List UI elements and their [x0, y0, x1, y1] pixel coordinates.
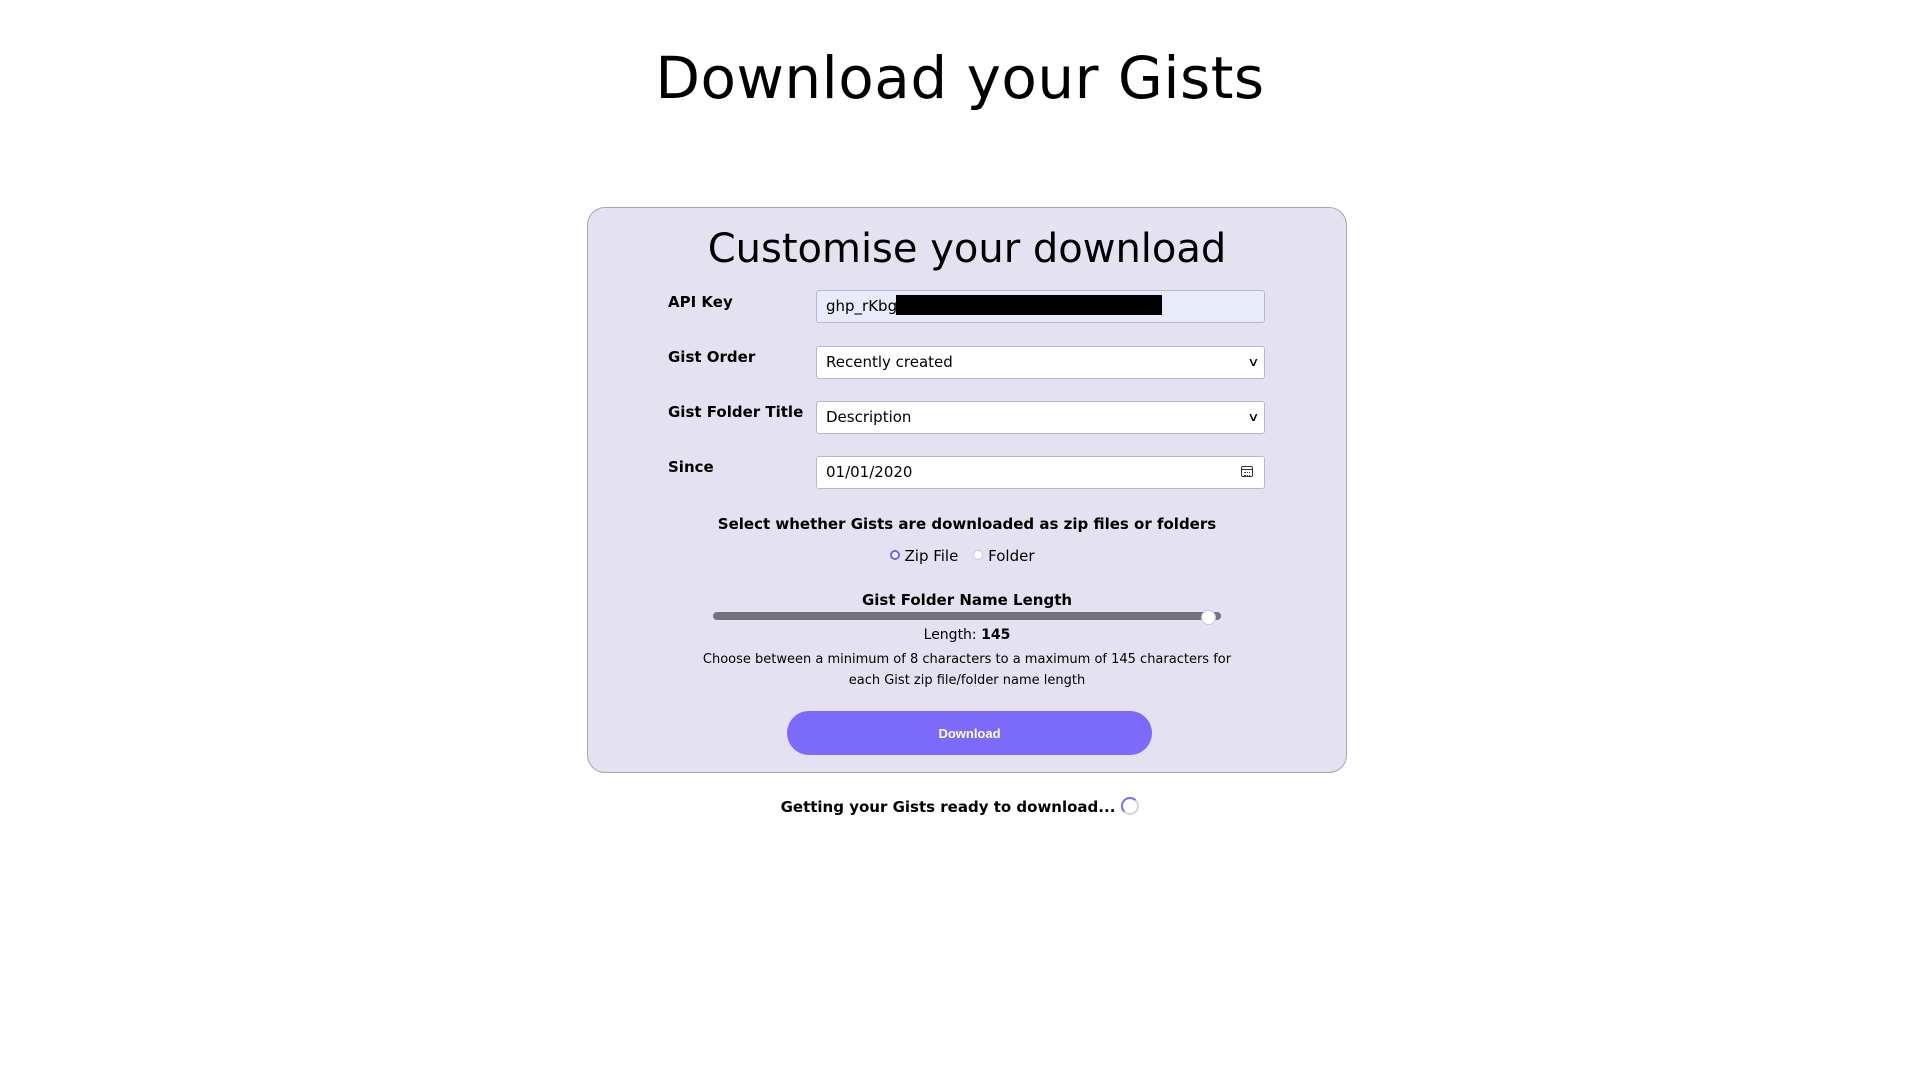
gist-order-selected: Recently created [826, 353, 953, 371]
download-options-card: Customise your download API Key ghp_rKbg… [587, 207, 1347, 773]
chevron-down-icon: ∨ [1247, 410, 1260, 424]
name-length-label: Gist Folder Name Length [861, 591, 1073, 609]
page-title: Download your Gists [655, 44, 1265, 112]
length-prefix: Length: [923, 627, 977, 643]
calendar-icon[interactable] [1241, 466, 1253, 477]
card-title: Customise your download [707, 226, 1227, 272]
folder-title-select[interactable]: Description ∨ [816, 401, 1265, 434]
zip-file-label[interactable]: Zip File [905, 547, 959, 565]
since-date-value: 01/01/2020 [826, 463, 913, 481]
folder-label[interactable]: Folder [988, 547, 1034, 565]
length-readout: Length: 145 [588, 627, 1346, 643]
status-text: Getting your Gists ready to download... [780, 798, 1116, 816]
length-help-line: Choose between a minimum of 8 characters… [702, 652, 1232, 667]
length-value: 145 [981, 627, 1011, 643]
chevron-down-icon: ∨ [1247, 355, 1260, 369]
folder-radio[interactable] [973, 550, 984, 560]
loading-spinner-icon [1121, 796, 1140, 815]
since-date-input[interactable]: 01/01/2020 [816, 456, 1265, 489]
api-key-redaction [896, 295, 1163, 315]
format-prompt: Select whether Gists are downloaded as z… [717, 515, 1217, 533]
format-radio-group: Zip File Folder [588, 547, 1346, 565]
folder-title-label: Gist Folder Title [668, 403, 804, 421]
name-length-slider[interactable] [713, 612, 1221, 620]
gist-order-label: Gist Order [668, 348, 756, 366]
length-help-text: Choose between a minimum of 8 characters… [588, 649, 1346, 691]
api-key-value: ghp_rKbg [826, 297, 898, 315]
page: Download your Gists Customise your downl… [0, 0, 1920, 1080]
api-key-label: API Key [668, 293, 733, 311]
api-key-input[interactable]: ghp_rKbg [816, 290, 1265, 323]
folder-title-selected: Description [826, 408, 912, 426]
length-help-line: each Gist zip file/folder name length [848, 673, 1086, 688]
zip-file-radio[interactable] [889, 550, 900, 560]
gist-order-select[interactable]: Recently created ∨ [816, 346, 1265, 379]
slider-thumb[interactable] [1201, 610, 1216, 625]
since-label: Since [668, 458, 714, 476]
status-message: Getting your Gists ready to download... [0, 796, 1920, 816]
download-button[interactable]: Download [787, 711, 1152, 755]
